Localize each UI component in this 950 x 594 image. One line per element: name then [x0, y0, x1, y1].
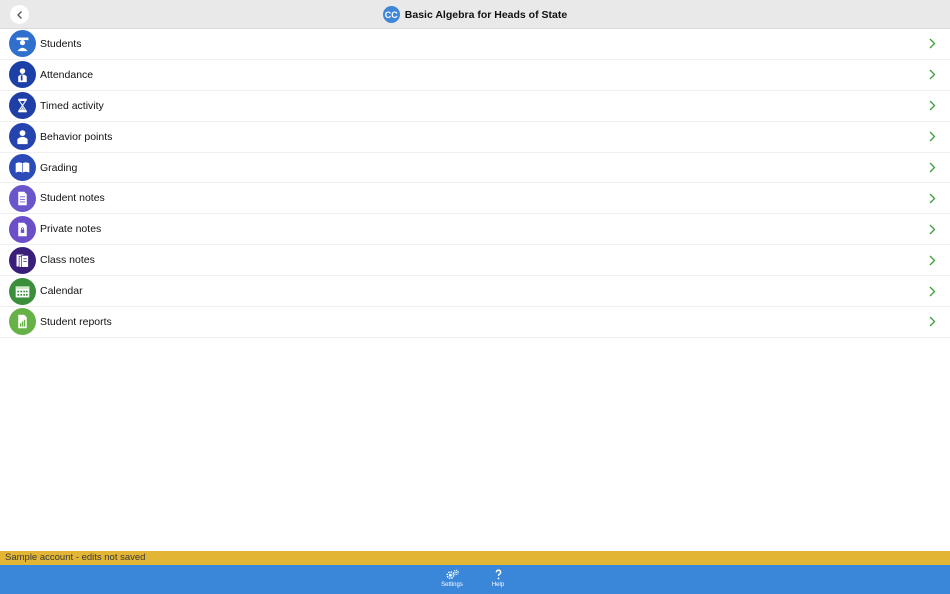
- menu-item-grading[interactable]: Grading: [0, 153, 950, 184]
- help-question-icon: [495, 569, 501, 580]
- chevron-right-icon: [929, 193, 936, 204]
- tab-help[interactable]: Help: [478, 568, 518, 592]
- hourglass-icon: [9, 92, 36, 120]
- chevron-right-icon: [929, 131, 936, 142]
- menu-item-label: Students: [40, 37, 82, 50]
- sample-account-banner: Sample account - edits not saved: [0, 551, 950, 565]
- menu-item-label: Grading: [40, 161, 78, 174]
- note-icon: [9, 184, 36, 212]
- chevron-right-icon: [929, 69, 936, 80]
- page-title: Basic Algebra for Heads of State: [404, 8, 568, 21]
- menu-item-attendance[interactable]: Attendance: [0, 60, 950, 91]
- chevron-right-icon: [929, 286, 936, 297]
- menu-item-student-notes[interactable]: Student notes: [0, 183, 950, 215]
- chevron-right-icon: [929, 255, 936, 266]
- menu-item-calendar[interactable]: Calendar: [0, 276, 950, 308]
- menu-item-label: Student reports: [40, 315, 112, 328]
- tab-settings-label: Settings: [441, 582, 463, 588]
- menu-item-class-notes[interactable]: Class notes: [0, 245, 950, 277]
- menu-item-timed-activity[interactable]: Timed activity: [0, 91, 950, 122]
- sample-account-text: Sample account - edits not saved: [5, 552, 146, 563]
- menu-item-label: Private notes: [40, 223, 102, 236]
- menu-item-label: Behavior points: [40, 130, 113, 143]
- tab-settings[interactable]: Settings: [432, 568, 472, 592]
- menu-item-label: Calendar: [40, 285, 83, 298]
- menu-item-private-notes[interactable]: Private notes: [0, 214, 950, 246]
- person-icon: [9, 123, 36, 151]
- menu-list: Students Attendance Timed activity Behav…: [0, 29, 950, 338]
- app-window: CC Basic Algebra for Heads of State Stud…: [0, 0, 950, 594]
- chevron-right-icon: [929, 162, 936, 173]
- chevron-left-icon: [16, 10, 22, 19]
- menu-item-label: Attendance: [40, 68, 94, 81]
- menu-item-students[interactable]: Students: [0, 29, 950, 60]
- settings-gears-icon: [445, 569, 459, 580]
- back-button[interactable]: [10, 5, 29, 24]
- lock-note-icon: [9, 215, 36, 243]
- menu-item-label: Class notes: [40, 254, 95, 267]
- notes-stack-icon: [9, 246, 36, 274]
- tab-help-label: Help: [491, 582, 505, 588]
- bottom-tab-bar: Settings Help: [0, 565, 950, 594]
- chevron-right-icon: [929, 100, 936, 111]
- title-group: CC Basic Algebra for Heads of State: [0, 0, 950, 29]
- class-badge: CC: [382, 6, 400, 23]
- attendance-icon: [9, 61, 36, 89]
- report-icon: [9, 308, 36, 336]
- graduate-icon: [9, 30, 36, 58]
- chevron-right-icon: [929, 224, 936, 235]
- chevron-right-icon: [929, 38, 936, 49]
- menu-item-label: Student notes: [40, 192, 105, 205]
- menu-item-student-reports[interactable]: Student reports: [0, 307, 950, 338]
- menu-item-label: Timed activity: [40, 99, 104, 112]
- menu-item-behavior-points[interactable]: Behavior points: [0, 122, 950, 153]
- calendar-icon: [9, 277, 36, 305]
- chevron-right-icon: [929, 316, 936, 327]
- top-bar: CC Basic Algebra for Heads of State: [0, 0, 950, 29]
- book-icon: [9, 154, 36, 181]
